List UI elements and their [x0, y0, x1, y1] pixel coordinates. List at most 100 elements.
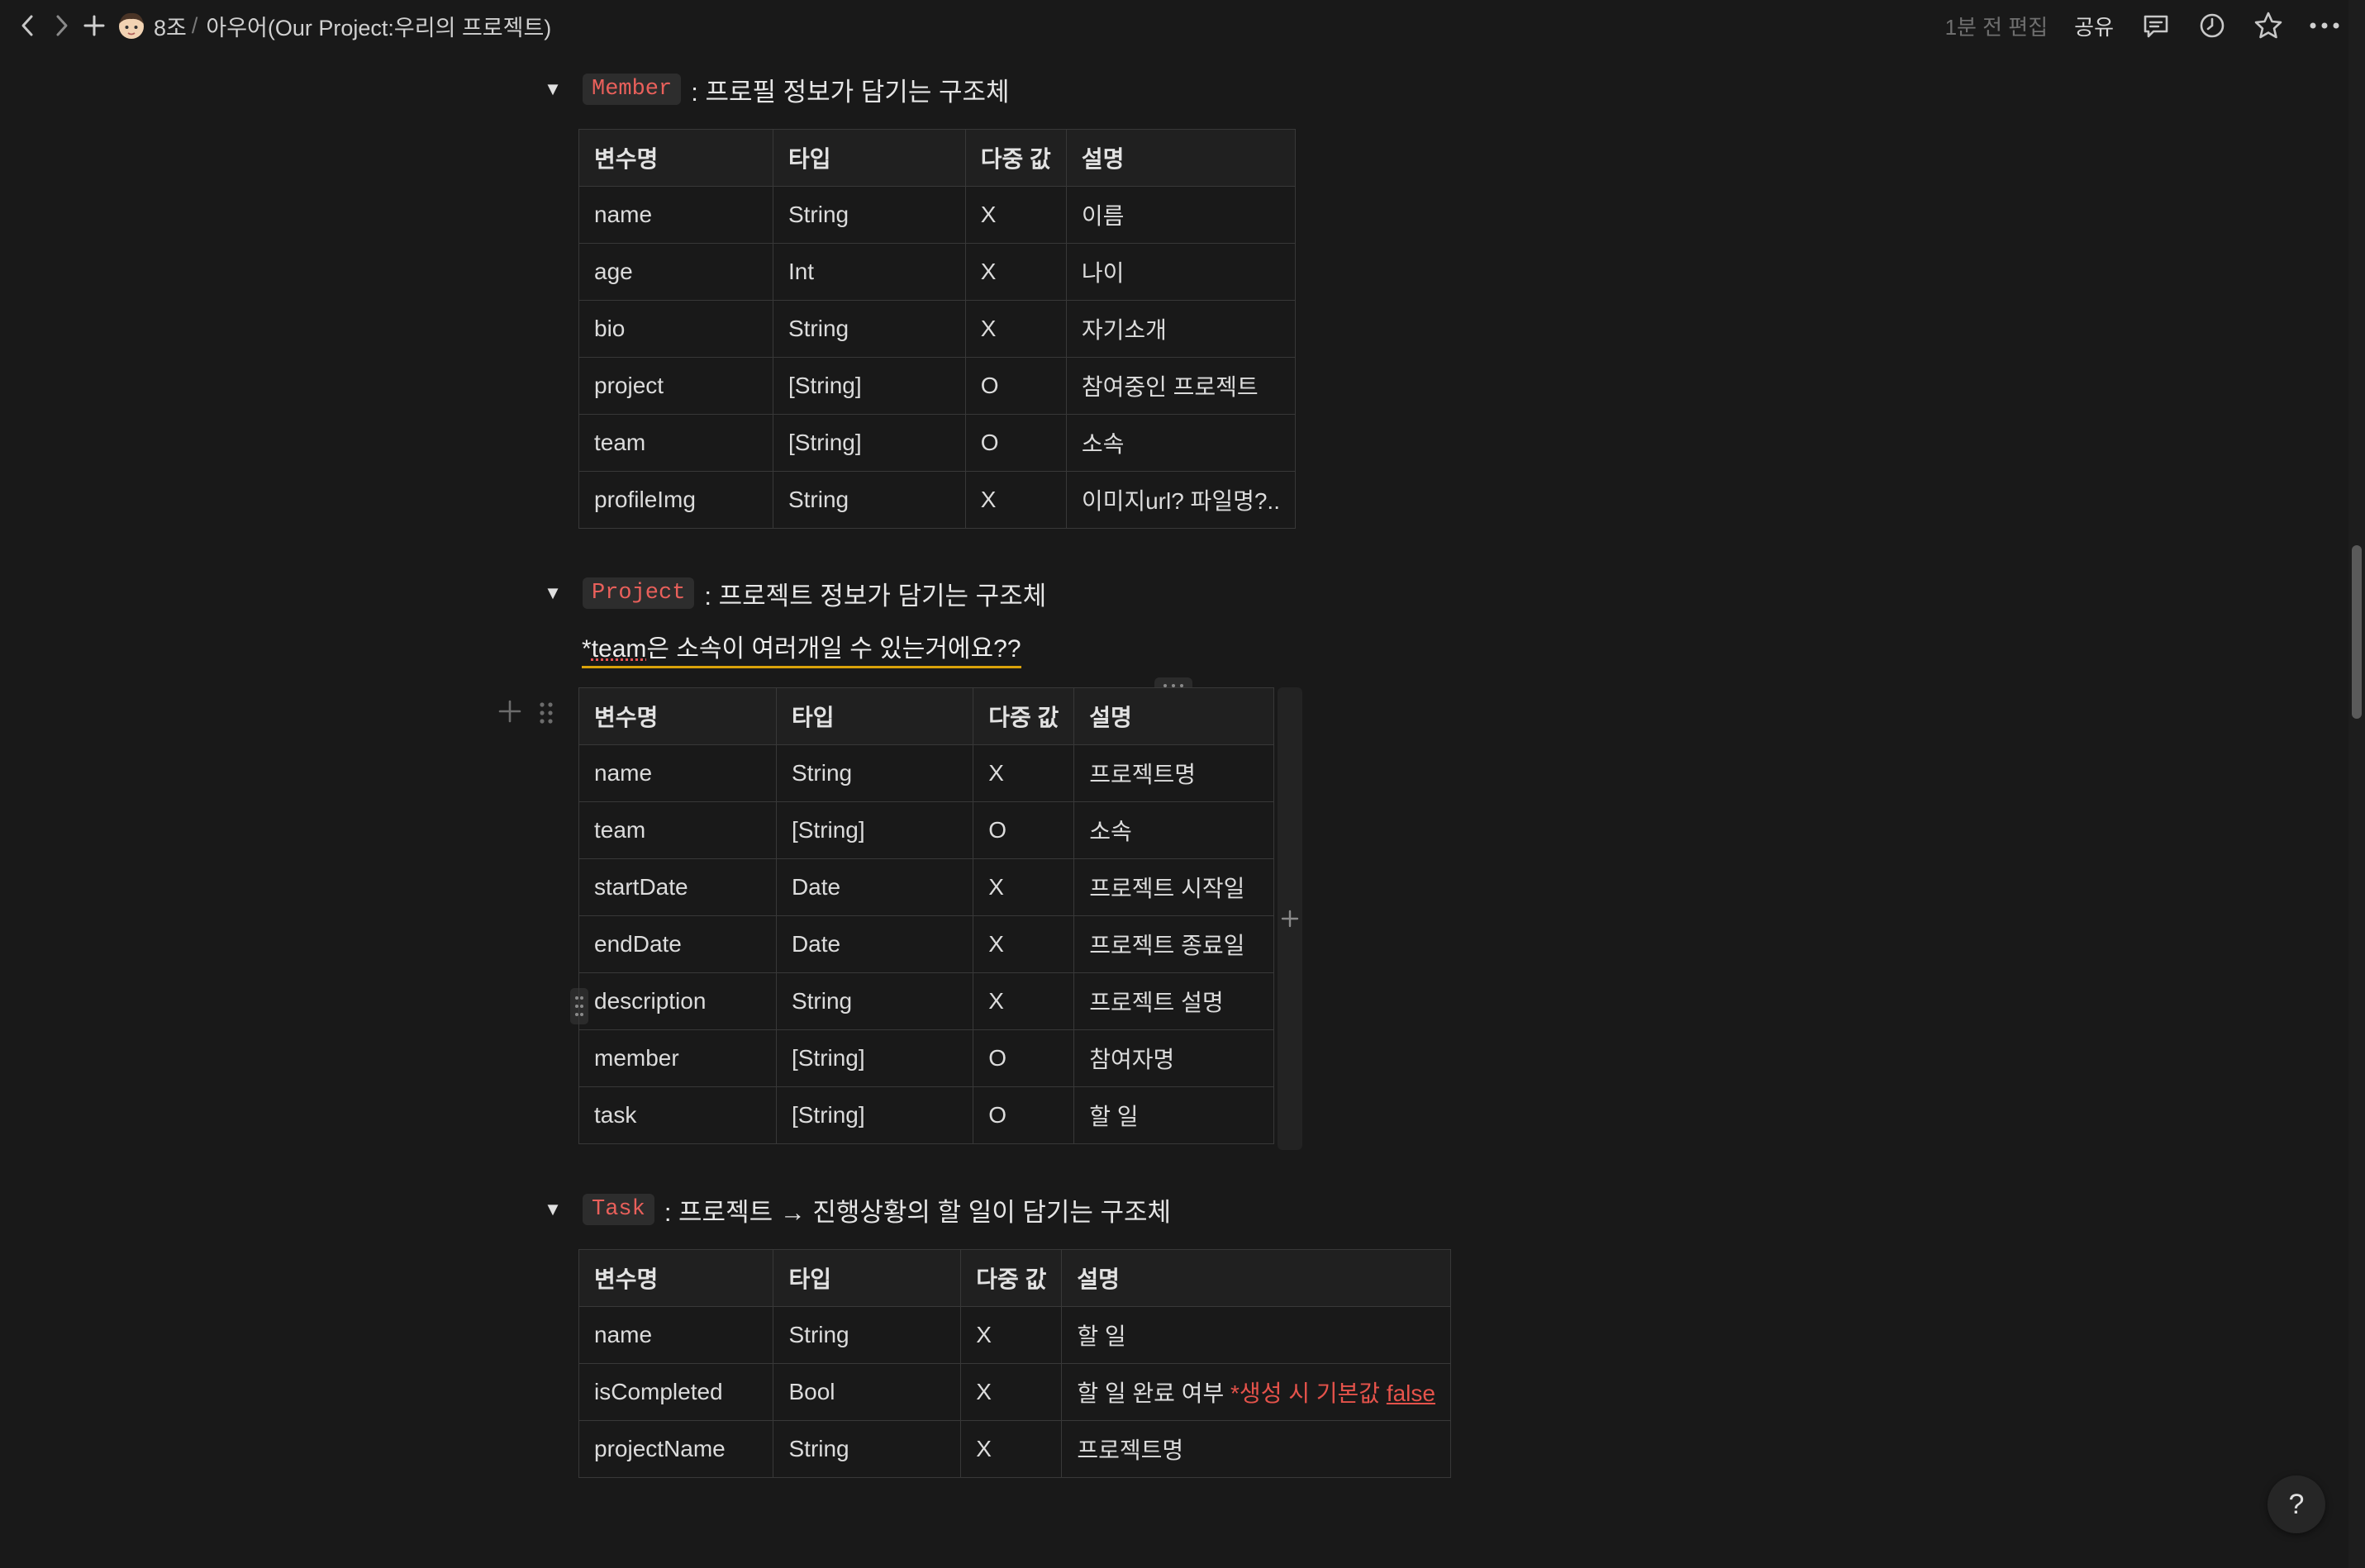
header-cell[interactable]: 변수명 [578, 687, 777, 745]
table-cell[interactable]: X [973, 972, 1075, 1030]
table-cell[interactable]: 할 일 [1061, 1306, 1451, 1364]
table-cell[interactable]: bio [578, 300, 773, 358]
table-cell[interactable]: 프로젝트명 [1073, 744, 1274, 802]
table-cell[interactable]: age [578, 243, 773, 301]
table-cell[interactable]: String [772, 300, 966, 358]
table-cell[interactable]: name [578, 744, 777, 802]
header-cell[interactable]: 타입 [772, 129, 966, 187]
nav-group: 8조 / 아우어(Our Project:우리의 프로젝트) [12, 8, 551, 43]
table-cell[interactable]: description [578, 972, 777, 1030]
table-cell[interactable]: Date [775, 858, 974, 916]
table-cell[interactable]: O [964, 357, 1067, 415]
table-cell[interactable]: String [775, 972, 974, 1030]
more-options-icon[interactable] [2307, 8, 2342, 43]
table-cell[interactable]: 나이 [1065, 243, 1297, 301]
history-clock-icon[interactable] [2195, 8, 2229, 43]
project-comment-note[interactable]: *team은 소속이 여러개일 수 있는거에요?? [582, 628, 1021, 668]
table-cell[interactable]: 참여중인 프로젝트 [1065, 357, 1297, 415]
back-arrow-icon[interactable] [12, 9, 45, 42]
workspace-avatar-icon[interactable] [116, 10, 147, 41]
table-cell[interactable]: 소속 [1065, 414, 1297, 472]
table-cell[interactable]: member [578, 1029, 777, 1087]
table-cell[interactable]: X [960, 1420, 1063, 1478]
table-cell[interactable]: String [772, 471, 966, 529]
table-cell[interactable]: X [964, 300, 1067, 358]
breadcrumb-workspace[interactable]: 8조 [154, 10, 187, 42]
table-cell[interactable]: 할 일 완료 여부 *생성 시 기본값 false [1061, 1363, 1451, 1421]
forward-arrow-icon[interactable] [45, 9, 78, 42]
table-cell[interactable]: [String] [772, 357, 966, 415]
header-cell[interactable]: 변수명 [578, 1249, 774, 1307]
table-cell[interactable]: name [578, 1306, 774, 1364]
note-team-word: team [591, 635, 647, 663]
table-cell[interactable]: O [973, 1029, 1075, 1087]
table-cell[interactable]: O [964, 414, 1067, 472]
table-cell[interactable]: String [775, 744, 974, 802]
table-cell[interactable]: 자기소개 [1065, 300, 1297, 358]
table-cell[interactable]: 할 일 [1073, 1086, 1274, 1144]
header-cell[interactable]: 다중 값 [960, 1249, 1063, 1307]
table-cell[interactable]: startDate [578, 858, 777, 916]
table-cell[interactable]: [String] [775, 801, 974, 859]
table-cell[interactable]: String [773, 1306, 962, 1364]
scrollbar-track[interactable] [2348, 0, 2365, 1568]
add-column-plus-icon[interactable] [1278, 687, 1302, 1150]
table-cell[interactable]: X [960, 1363, 1063, 1421]
header-cell[interactable]: 설명 [1065, 129, 1297, 187]
table-cell[interactable]: String [772, 186, 966, 244]
header-cell[interactable]: 다중 값 [973, 687, 1075, 745]
favorite-star-icon[interactable] [2251, 8, 2286, 43]
header-cell[interactable]: 설명 [1061, 1249, 1451, 1307]
header-cell[interactable]: 다중 값 [964, 129, 1067, 187]
table-cell[interactable]: X [960, 1306, 1063, 1364]
table-cell[interactable]: 이름 [1065, 186, 1297, 244]
table-cell[interactable]: X [964, 243, 1067, 301]
table-cell[interactable]: 프로젝트 설명 [1073, 972, 1274, 1030]
table-cell[interactable]: endDate [578, 915, 777, 973]
table-cell[interactable]: Bool [773, 1363, 962, 1421]
comment-icon[interactable] [2139, 8, 2173, 43]
add-block-plus-icon[interactable] [497, 699, 522, 730]
table-cell[interactable]: 프로젝트 종료일 [1073, 915, 1274, 973]
table-cell[interactable]: team [578, 414, 773, 472]
toggle-triangle-icon[interactable]: ▼ [541, 582, 564, 605]
table-cell[interactable]: 소속 [1073, 801, 1274, 859]
table-cell[interactable]: team [578, 801, 777, 859]
table-cell[interactable]: X [964, 471, 1067, 529]
table-cell[interactable]: 참여자명 [1073, 1029, 1274, 1087]
table-cell[interactable]: Date [775, 915, 974, 973]
table-cell[interactable]: O [973, 1086, 1075, 1144]
table-row: endDate Date X 프로젝트 종료일 [578, 915, 1274, 973]
add-page-icon[interactable] [78, 9, 111, 42]
table-cell[interactable]: X [973, 915, 1075, 973]
help-button[interactable]: ? [2267, 1475, 2325, 1533]
table-cell[interactable]: String [773, 1420, 962, 1478]
header-cell[interactable]: 변수명 [578, 129, 773, 187]
toggle-triangle-icon[interactable]: ▼ [541, 1198, 564, 1221]
table-cell[interactable]: [String] [775, 1029, 974, 1087]
toggle-triangle-icon[interactable]: ▼ [541, 78, 564, 101]
scrollbar-thumb[interactable] [2352, 545, 2362, 719]
table-cell[interactable]: X [973, 744, 1075, 802]
drag-handle-icon[interactable] [537, 701, 555, 732]
table-cell[interactable]: projectName [578, 1420, 774, 1478]
table-cell[interactable]: [String] [772, 414, 966, 472]
header-cell[interactable]: 타입 [773, 1249, 962, 1307]
table-cell[interactable]: task [578, 1086, 777, 1144]
table-cell[interactable]: X [964, 186, 1067, 244]
share-button[interactable]: 공유 [2074, 11, 2114, 41]
breadcrumb-page-title[interactable]: 아우어(Our Project:우리의 프로젝트) [206, 10, 551, 42]
table-cell[interactable]: O [973, 801, 1075, 859]
table-cell[interactable]: 프로젝트 시작일 [1073, 858, 1274, 916]
table-cell[interactable]: 프로젝트명 [1061, 1420, 1451, 1478]
table-cell[interactable]: name [578, 186, 773, 244]
table-cell[interactable]: X [973, 858, 1075, 916]
table-cell[interactable]: profileImg [578, 471, 773, 529]
table-cell[interactable]: [String] [775, 1086, 974, 1144]
header-cell[interactable]: 설명 [1073, 687, 1274, 745]
table-cell[interactable]: isCompleted [578, 1363, 774, 1421]
table-cell[interactable]: 이미지url? 파일명?.. [1065, 471, 1297, 529]
header-cell[interactable]: 타입 [775, 687, 974, 745]
table-cell[interactable]: Int [772, 243, 966, 301]
table-cell[interactable]: project [578, 357, 773, 415]
